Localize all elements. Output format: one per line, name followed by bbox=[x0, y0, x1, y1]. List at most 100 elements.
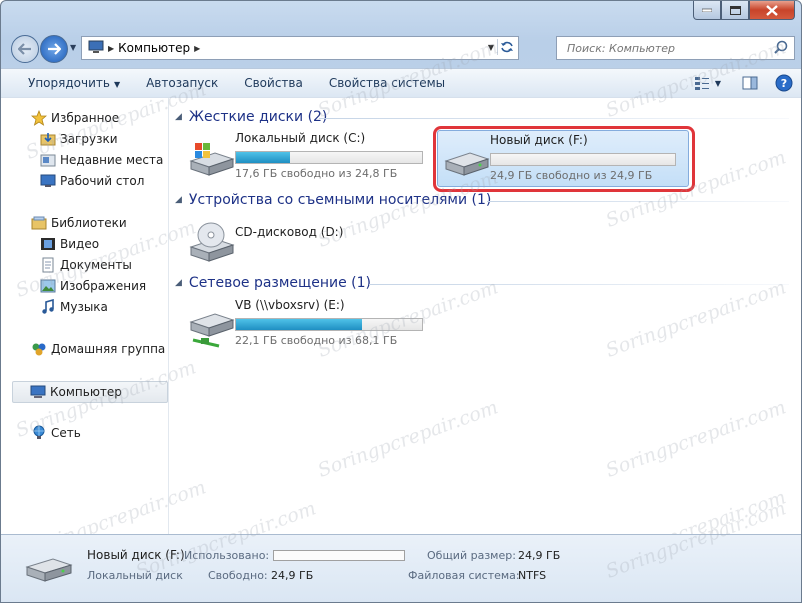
autoplay-button[interactable]: Автозапуск bbox=[133, 76, 231, 90]
nav-homegroup-label: Домашняя группа bbox=[51, 342, 166, 356]
drive-e[interactable]: VB (\\vboxsrv) (E:) 22,1 ГБ свободно из … bbox=[183, 296, 433, 354]
libraries-icon bbox=[31, 215, 47, 231]
search-input[interactable] bbox=[565, 40, 769, 56]
details-pane: Новый диск (F:) Локальный диск Использов… bbox=[1, 497, 801, 602]
view-dropdown-icon[interactable]: ▼ bbox=[715, 79, 721, 88]
nav-video[interactable]: Видео bbox=[40, 234, 99, 254]
nav-network[interactable]: Сеть bbox=[31, 423, 81, 443]
usage-bar-fill bbox=[236, 319, 363, 330]
chevron-down-icon: ▼ bbox=[113, 80, 121, 89]
nav-libraries[interactable]: Библиотеки bbox=[31, 213, 127, 233]
preview-pane-icon bbox=[742, 76, 758, 90]
maximize-button[interactable] bbox=[721, 1, 749, 20]
group-title: Жесткие диски (2) bbox=[188, 109, 328, 125]
nav-computer-label: Компьютер bbox=[50, 385, 122, 399]
group-header-network[interactable]: ◢ Сетевое размещение (1) bbox=[175, 273, 371, 293]
preview-pane-button[interactable] bbox=[739, 72, 761, 94]
help-button[interactable]: ? bbox=[773, 72, 795, 94]
help-icon: ? bbox=[775, 74, 793, 92]
drive-d[interactable]: CD-дисковод (D:) bbox=[183, 213, 433, 271]
nav-recent-places[interactable]: Недавние места bbox=[40, 150, 163, 170]
group-divider bbox=[369, 284, 789, 285]
details-total-label: Общий размер: bbox=[427, 549, 516, 562]
nav-desktop-label: Рабочий стол bbox=[60, 174, 145, 188]
minimize-button[interactable] bbox=[693, 1, 721, 20]
drive-name: CD-дисковод (D:) bbox=[235, 225, 344, 239]
organize-button[interactable]: Упорядочить ▼ bbox=[1, 76, 133, 90]
address-history-dropdown[interactable]: ▼ bbox=[488, 43, 494, 52]
group-divider bbox=[487, 201, 789, 202]
content-area: Избранное Загрузки Недавние места Рабочи… bbox=[1, 36, 801, 572]
collapse-triangle-icon[interactable]: ◢ bbox=[175, 195, 182, 205]
details-usage-bar bbox=[273, 550, 405, 561]
close-button[interactable] bbox=[749, 1, 795, 20]
documents-icon bbox=[40, 257, 56, 273]
group-divider bbox=[319, 118, 789, 119]
nav-downloads[interactable]: Загрузки bbox=[40, 129, 118, 149]
drives-view: ◢ Жесткие диски (2) Локальный диск (C:) … bbox=[169, 98, 801, 534]
organize-label: Упорядочить bbox=[28, 76, 110, 90]
details-free-label: Свободно: bbox=[208, 569, 268, 582]
details-used-label: Использовано: bbox=[184, 549, 270, 562]
nav-desktop[interactable]: Рабочий стол bbox=[40, 171, 144, 191]
address-field[interactable]: ▶ Компьютер ▶ ▼ bbox=[81, 36, 519, 60]
computer-icon bbox=[30, 384, 46, 400]
drive-c[interactable]: Локальный диск (C:) 17,6 ГБ свободно из … bbox=[183, 129, 433, 187]
maximize-icon bbox=[729, 5, 741, 15]
back-button[interactable] bbox=[11, 35, 39, 63]
refresh-button[interactable] bbox=[497, 39, 516, 55]
collapse-triangle-icon[interactable]: ◢ bbox=[175, 112, 182, 122]
details-drive-name: Новый диск (F:) bbox=[87, 548, 185, 562]
properties-button[interactable]: Свойства bbox=[231, 76, 316, 90]
group-header-hard-disks[interactable]: ◢ Жесткие диски (2) bbox=[175, 107, 327, 127]
music-icon bbox=[40, 299, 56, 315]
forward-button[interactable] bbox=[40, 35, 68, 63]
nav-homegroup[interactable]: Домашняя группа bbox=[31, 339, 165, 359]
navigation-pane: Избранное Загрузки Недавние места Рабочи… bbox=[1, 98, 169, 534]
star-icon bbox=[31, 110, 47, 126]
usage-bar bbox=[235, 151, 423, 164]
video-icon bbox=[40, 236, 56, 252]
nav-computer[interactable]: Компьютер bbox=[12, 381, 168, 403]
nav-documents[interactable]: Документы bbox=[40, 255, 132, 275]
computer-icon bbox=[88, 40, 104, 57]
change-view-button[interactable] bbox=[691, 72, 713, 94]
search-icon[interactable] bbox=[774, 40, 788, 57]
collapse-triangle-icon[interactable]: ◢ bbox=[175, 278, 182, 288]
downloads-folder-icon bbox=[40, 131, 56, 147]
desktop-icon bbox=[40, 173, 56, 189]
details-fs-label: Файловая система: bbox=[408, 569, 520, 582]
refresh-icon bbox=[501, 41, 513, 53]
address-bar-row: ▼ ▶ Компьютер ▶ ▼ bbox=[9, 33, 795, 63]
network-icon bbox=[31, 425, 47, 441]
nav-libraries-label: Библиотеки bbox=[51, 216, 127, 230]
group-header-removable[interactable]: ◢ Устройства со съемными носителями (1) bbox=[175, 190, 491, 210]
nav-pictures[interactable]: Изображения bbox=[40, 276, 146, 296]
hard-drive-icon bbox=[25, 549, 73, 592]
explorer-window: ▼ ▶ Компьютер ▶ ▼ Упорядочить▼ Автозапус… bbox=[0, 0, 802, 603]
nav-favorites[interactable]: Избранное bbox=[31, 108, 119, 128]
nav-music[interactable]: Музыка bbox=[40, 297, 108, 317]
minimize-icon bbox=[702, 8, 712, 12]
breadcrumb-separator-icon[interactable]: ▶ bbox=[108, 44, 114, 53]
nav-network-label: Сеть bbox=[51, 426, 81, 440]
homegroup-icon bbox=[31, 341, 47, 357]
arrow-left-icon bbox=[18, 43, 31, 55]
nav-recent-places-label: Недавние места bbox=[60, 153, 164, 167]
windows-drive-icon bbox=[189, 135, 235, 181]
svg-text:?: ? bbox=[781, 77, 787, 90]
details-total-value: 24,9 ГБ bbox=[518, 549, 561, 562]
breadcrumb-computer[interactable]: Компьютер bbox=[118, 41, 190, 55]
drive-free-space: 17,6 ГБ свободно из 24,8 ГБ bbox=[235, 167, 398, 180]
nav-downloads-label: Загрузки bbox=[60, 132, 118, 146]
search-box[interactable] bbox=[556, 36, 795, 60]
nav-favorites-label: Избранное bbox=[51, 111, 120, 125]
recent-pages-dropdown[interactable]: ▼ bbox=[70, 43, 76, 52]
details-fs-value: NTFS bbox=[518, 569, 547, 582]
highlight-annotation bbox=[433, 126, 695, 192]
breadcrumb-separator-icon[interactable]: ▶ bbox=[194, 44, 200, 53]
group-title: Устройства со съемными носителями (1) bbox=[188, 192, 492, 208]
usage-bar bbox=[235, 318, 423, 331]
system-properties-button[interactable]: Свойства системы bbox=[316, 76, 458, 90]
nav-video-label: Видео bbox=[60, 237, 100, 251]
